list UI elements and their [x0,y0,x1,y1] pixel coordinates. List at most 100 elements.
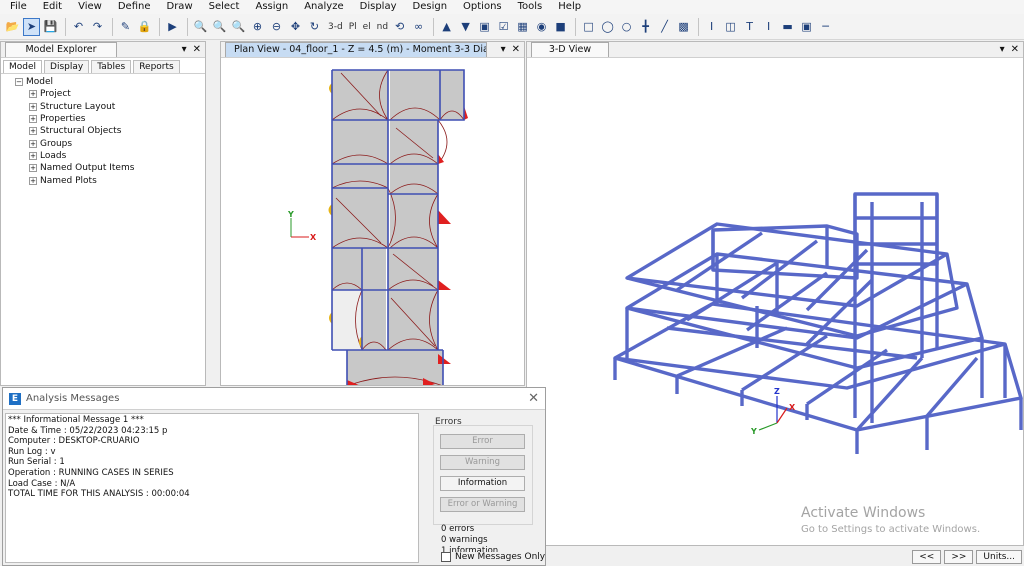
information-button[interactable]: Information [440,476,525,491]
area-icon[interactable]: ◫ [722,18,739,36]
shell-icon[interactable]: ▩ [675,18,692,36]
pane-menu-icon[interactable]: ▾ [1000,42,1005,57]
joint-icon[interactable]: ○ [618,18,635,36]
slab-panel[interactable] [390,194,438,248]
slab-panel[interactable] [332,248,362,290]
pane-menu-icon[interactable]: ▾ [182,42,187,57]
expand-icon[interactable]: + [29,127,37,136]
opening-icon[interactable]: ▣ [798,18,815,36]
menu-draw[interactable]: Draw [159,0,201,14]
save-icon[interactable]: 💾 [42,18,59,36]
tree-node-model[interactable]: − Model [15,76,205,88]
redo-icon[interactable]: ↷ [89,18,106,36]
expand-icon[interactable]: + [29,115,37,124]
tree-node-properties[interactable]: + Properties [29,113,205,125]
slab-panel[interactable] [362,248,386,290]
menu-display[interactable]: Display [352,0,405,14]
select-all-icon[interactable]: ▣ [476,18,493,36]
plan-view-button[interactable]: Pl [349,22,357,32]
error-or-warning-button[interactable]: Error or Warning [440,497,525,512]
wall-icon[interactable]: ▬ [779,18,796,36]
menu-file[interactable]: File [2,0,35,14]
menu-analyze[interactable]: Analyze [296,0,351,14]
line-icon[interactable]: ─ [817,18,834,36]
open-icon[interactable]: 📂 [4,18,21,36]
slab-panel[interactable] [362,290,386,350]
refresh-icon[interactable]: ↻ [306,18,323,36]
run-icon[interactable]: ▶ [164,18,181,36]
checkbox-icon[interactable]: ☑ [495,18,512,36]
view-3d-button[interactable]: 3-d [328,22,343,32]
close-icon[interactable]: ✕ [193,42,201,57]
tree-node-project[interactable]: + Project [29,88,205,100]
slab-panel[interactable] [347,350,443,386]
menu-assign[interactable]: Assign [247,0,296,14]
menu-help[interactable]: Help [550,0,589,14]
zoom-restore-icon[interactable]: 🔍 [211,18,228,36]
expand-icon[interactable]: + [29,176,37,185]
brace-icon[interactable]: ╱ [656,18,673,36]
close-icon[interactable]: ✕ [1011,42,1019,57]
elevation-view-button[interactable]: el [363,22,371,32]
pane-menu-icon[interactable]: ▾ [501,42,506,57]
move-down-icon[interactable]: ▼ [457,18,474,36]
tab-model[interactable]: Model [3,60,43,73]
draw-circle-icon[interactable]: ◯ [599,18,616,36]
menu-options[interactable]: Options [455,0,510,14]
expand-icon[interactable]: + [29,164,37,173]
lock-icon[interactable]: 🔒 [136,18,153,36]
zoom-out-icon[interactable]: ⊖ [268,18,285,36]
units-button[interactable]: Units... [976,549,1022,564]
tree-node-named-output-items[interactable]: + Named Output Items [29,162,205,174]
tree-node-structure-layout[interactable]: + Structure Layout [29,101,205,113]
dialog-title-bar[interactable]: E Analysis Messages ✕ [3,388,545,410]
column-icon[interactable]: I [760,18,777,36]
tree-node-loads[interactable]: + Loads [29,150,205,162]
tree-node-named-plots[interactable]: + Named Plots [29,174,205,186]
extrude-icon[interactable]: ■ [552,18,569,36]
frame-icon[interactable]: ╋ [637,18,654,36]
plan-view-canvas[interactable]: Y X [221,58,525,386]
section-icon[interactable]: I [703,18,720,36]
tree-node-structural-objects[interactable]: + Structural Objects [29,125,205,137]
slab-panel[interactable] [332,120,388,164]
beam-icon[interactable]: T [741,18,758,36]
perspective-icon[interactable]: ∞ [410,18,427,36]
zoom-window-icon[interactable]: 🔍 [192,18,209,36]
slab-panel[interactable] [440,70,464,120]
close-icon[interactable]: ✕ [512,42,520,57]
zoom-prev-icon[interactable]: 🔍 [230,18,247,36]
slab-panel[interactable] [390,120,438,164]
undo-icon[interactable]: ↶ [70,18,87,36]
3d-model-canvas[interactable]: Z Y X [527,58,1024,546]
next-button[interactable]: >> [944,549,974,564]
expand-icon[interactable]: + [29,139,37,148]
tree-node-groups[interactable]: + Groups [29,137,205,149]
error-button[interactable]: Error [440,434,525,449]
move-up-icon[interactable]: ▲ [438,18,455,36]
object-shrink-icon[interactable]: ◉ [533,18,550,36]
edit-pencil-icon[interactable]: ✎ [117,18,134,36]
node-view-button[interactable]: nd [377,22,388,32]
pan-icon[interactable]: ✥ [287,18,304,36]
pointer-icon[interactable]: ➤ [23,17,40,36]
zoom-in-icon[interactable]: ⊕ [249,18,266,36]
rotate-icon[interactable]: ⟲ [391,18,408,36]
tab-display[interactable]: Display [44,60,90,73]
menu-view[interactable]: View [70,0,110,14]
menu-define[interactable]: Define [110,0,159,14]
collapse-icon[interactable]: − [15,78,23,87]
expand-icon[interactable]: + [29,151,37,160]
tab-tables[interactable]: Tables [91,60,132,73]
message-log[interactable]: *** Informational Message 1 *** Date & T… [5,413,419,563]
slab-panel[interactable] [332,188,388,248]
warning-button[interactable]: Warning [440,455,525,470]
tab-reports[interactable]: Reports [133,60,180,73]
grid-icon[interactable]: ▦ [514,18,531,36]
slab-panel-empty[interactable] [332,290,362,350]
expand-icon[interactable]: + [29,102,37,111]
previous-button[interactable]: << [912,549,942,564]
slab-panel[interactable] [390,164,438,194]
menu-edit[interactable]: Edit [35,0,70,14]
checkbox-box[interactable] [441,552,451,562]
